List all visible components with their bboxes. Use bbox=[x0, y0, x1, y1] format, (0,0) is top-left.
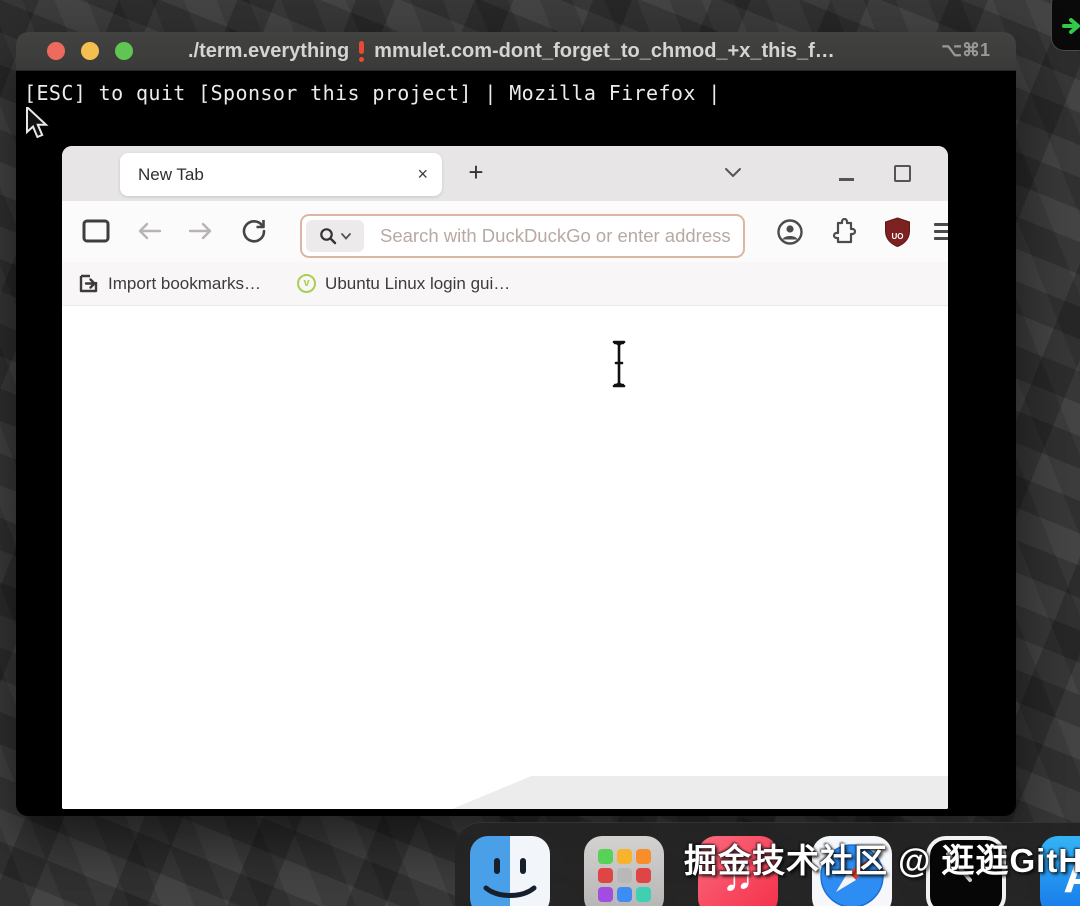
tab-close-button[interactable]: × bbox=[417, 164, 428, 185]
green-circle-favicon: v bbox=[297, 274, 317, 293]
url-search-bar[interactable]: Search with DuckDuckGo or enter address bbox=[300, 214, 745, 258]
tab-new-tab[interactable]: New Tab × bbox=[120, 153, 442, 196]
mouse-pointer-icon bbox=[26, 107, 49, 139]
menu-hamburger-icon[interactable] bbox=[934, 223, 948, 244]
close-traffic-light[interactable] bbox=[47, 42, 65, 60]
reload-icon[interactable] bbox=[241, 218, 267, 244]
finder-face-icon bbox=[483, 858, 537, 898]
terminal-body[interactable]: [ESC] to quit [Sponsor this project] | M… bbox=[16, 71, 1016, 816]
text-ibeam-cursor-icon bbox=[612, 340, 626, 388]
search-icon bbox=[320, 228, 337, 245]
terminal-title: ./term.everything mmulet.com-dont_forget… bbox=[188, 32, 835, 70]
account-icon[interactable] bbox=[776, 218, 804, 246]
back-arrow-icon[interactable] bbox=[136, 221, 162, 241]
bookmark-import-bookmarks[interactable]: Import bookmarks… bbox=[78, 273, 261, 294]
window-maximize-button[interactable] bbox=[894, 165, 911, 182]
url-placeholder-text: Search with DuckDuckGo or enter address bbox=[380, 225, 731, 246]
tab-shortcut-badge: ⌥⌘1 bbox=[941, 40, 990, 60]
terminal-doc-title: mmulet.com-dont_forget_to_chmod_+x_this_… bbox=[374, 39, 835, 62]
firefox-window: New Tab × + Search with DuckDuckGo or en… bbox=[62, 146, 948, 809]
firefox-tabbar: New Tab × + bbox=[62, 146, 948, 201]
new-tab-button[interactable]: + bbox=[460, 151, 492, 193]
firefox-toolbar: Search with DuckDuckGo or enter address … bbox=[62, 201, 948, 263]
corner-app-window[interactable] bbox=[1052, 0, 1080, 50]
bookmark-label: Import bookmarks… bbox=[108, 273, 262, 293]
watermark-text: 掘金技术社区 @ 逛逛GitHub bbox=[684, 842, 1080, 879]
bookmark-ubuntu-linux-login[interactable]: v Ubuntu Linux login gui… bbox=[297, 274, 510, 294]
tab-title: New Tab bbox=[138, 164, 204, 184]
zoom-traffic-light[interactable] bbox=[115, 42, 133, 60]
launchpad-grid bbox=[598, 849, 651, 903]
search-engine-selector[interactable] bbox=[306, 220, 364, 252]
terminal-app-title: ./term.everything bbox=[188, 39, 350, 62]
chevron-down-icon bbox=[341, 232, 351, 240]
sidebar-toggle-icon[interactable] bbox=[82, 219, 110, 243]
minimize-traffic-light[interactable] bbox=[81, 42, 99, 60]
terminal-titlebar[interactable]: ./term.everything mmulet.com-dont_forget… bbox=[16, 32, 1016, 71]
content-bottom-strip bbox=[452, 776, 948, 809]
list-all-tabs-chevron-icon[interactable] bbox=[724, 167, 742, 178]
bookmarks-bar: Import bookmarks… v Ubuntu Linux login g… bbox=[62, 262, 948, 306]
desktop: ./term.everything mmulet.com-dont_forget… bbox=[0, 0, 1080, 906]
dock-icon-finder[interactable] bbox=[470, 836, 550, 906]
browser-content-area[interactable] bbox=[62, 306, 948, 809]
extensions-puzzle-icon[interactable] bbox=[832, 218, 859, 245]
forward-arrow-icon[interactable] bbox=[188, 221, 214, 241]
red-exclamation-icon bbox=[358, 40, 365, 62]
window-minimize-button[interactable] bbox=[839, 178, 854, 181]
green-arrow-icon bbox=[1062, 18, 1080, 34]
terminal-window: ./term.everything mmulet.com-dont_forget… bbox=[16, 32, 1016, 816]
ublock-origin-shield-icon[interactable] bbox=[884, 217, 911, 247]
dock-icon-launchpad[interactable] bbox=[584, 836, 664, 906]
bookmark-label: Ubuntu Linux login gui… bbox=[325, 273, 511, 293]
import-arrow-icon bbox=[79, 274, 98, 293]
terminal-status-line: [ESC] to quit [Sponsor this project] | M… bbox=[24, 81, 721, 105]
